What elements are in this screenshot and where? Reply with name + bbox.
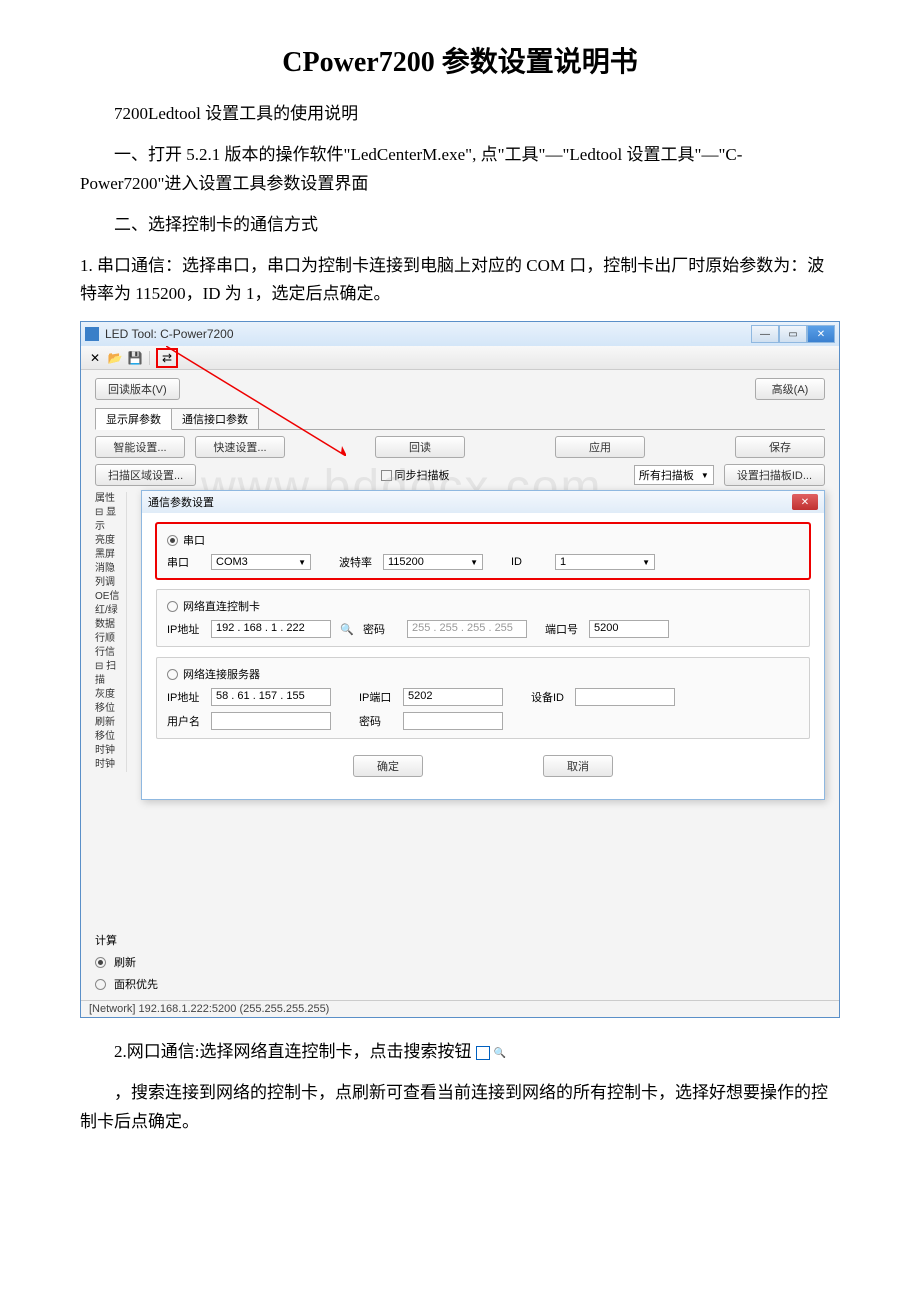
toolbar: ✕ 📂 💾 ⇄ — [81, 346, 839, 370]
baud-select[interactable]: 115200▼ — [383, 554, 483, 570]
server-password-input[interactable] — [403, 712, 503, 730]
doc-paragraph: 7200Ledtool 设置工具的使用说明 — [80, 100, 840, 129]
chevron-down-icon: ▼ — [470, 558, 478, 567]
scan-id-button[interactable]: 设置扫描板ID... — [724, 464, 825, 486]
refresh-priority-label: 刷新 — [114, 954, 136, 970]
doc-paragraph: 2.网口通信:选择网络直连控制卡，点击搜索按钮 🔍 — [80, 1038, 840, 1067]
device-id-label: 设备ID — [531, 689, 567, 705]
chevron-down-icon: ▼ — [701, 471, 709, 480]
tree-node[interactable]: ⊟ 扫描 — [95, 660, 124, 688]
mask-display: 255 . 255 . 255 . 255 — [407, 620, 527, 638]
app-window: LED Tool: C-Power7200 — ▭ ✕ ✕ 📂 💾 ⇄ www.… — [80, 321, 840, 1018]
open-icon[interactable]: 📂 — [107, 350, 123, 366]
username-input[interactable] — [211, 712, 331, 730]
readback-button[interactable]: 回读 — [375, 436, 465, 458]
smart-setup-button[interactable]: 智能设置... — [95, 436, 185, 458]
calc-section: 计算 — [95, 932, 825, 948]
network-server-radio[interactable] — [167, 669, 178, 680]
comm-settings-dialog: 通信参数设置 ✕ 串口 串口 COM3▼ 波特率 115200▼ ID — [141, 490, 825, 800]
doc-paragraph: 二、选择控制卡的通信方式 — [80, 211, 840, 240]
quick-setup-button[interactable]: 快速设置... — [195, 436, 285, 458]
ip-input[interactable]: 192 . 168 . 1 . 222 — [211, 620, 331, 638]
comm-settings-highlighted: ⇄ — [156, 348, 178, 368]
baud-label: 波特率 — [339, 554, 375, 570]
tree-node[interactable]: ⊟ 显示 — [95, 506, 124, 534]
properties-tree[interactable]: ⊟ 显示 亮度 黑屏 消隐 列调 OE信 红/绿 数据 行顺 行信 ⊟ 扫描 灰… — [95, 506, 127, 772]
password-label: 密码 — [363, 621, 399, 637]
server-ip-label: IP地址 — [167, 689, 203, 705]
tab-display-params[interactable]: 显示屏参数 — [95, 408, 172, 430]
ip-label: IP地址 — [167, 621, 203, 637]
doc-paragraph: 1. 串口通信：选择串口，串口为控制卡连接到电脑上对应的 COM 口，控制卡出厂… — [80, 252, 840, 310]
readback-version-button[interactable]: 回读版本(V) — [95, 378, 180, 400]
comm-settings-icon[interactable]: ⇄ — [159, 350, 175, 366]
advanced-button[interactable]: 高级(A) — [755, 378, 825, 400]
serial-radio[interactable] — [167, 535, 178, 546]
port-label: 串口 — [167, 554, 203, 570]
network-server-label: 网络连接服务器 — [183, 666, 260, 682]
serial-group: 串口 串口 COM3▼ 波特率 115200▼ ID 1▼ — [156, 523, 810, 579]
area-priority-label: 面积优先 — [114, 976, 158, 992]
close-x-icon[interactable]: ✕ — [87, 350, 103, 366]
titlebar[interactable]: LED Tool: C-Power7200 — ▭ ✕ — [81, 322, 839, 346]
app-icon — [85, 327, 99, 341]
chevron-down-icon: ▼ — [642, 558, 650, 567]
cancel-button[interactable]: 取消 — [543, 755, 613, 777]
status-bar: [Network] 192.168.1.222:5200 (255.255.25… — [81, 1000, 839, 1017]
apply-button[interactable]: 应用 — [555, 436, 645, 458]
search-icon[interactable]: 🔍 — [339, 621, 355, 637]
toolbar-separator — [149, 351, 150, 365]
ip-port-label: IP端口 — [359, 689, 395, 705]
content-area: www.bddocx.com 回读版本(V) 高级(A) 显示屏参数 通信接口参… — [81, 370, 839, 1000]
calc-label: 计算 — [95, 932, 117, 948]
tabs: 显示屏参数 通信接口参数 — [95, 408, 825, 430]
save-button[interactable]: 保存 — [735, 436, 825, 458]
com-port-select[interactable]: COM3▼ — [211, 554, 311, 570]
doc-title: CPower7200 参数设置说明书 — [80, 40, 840, 80]
ip-port-input[interactable]: 5202 — [403, 688, 503, 706]
username-label: 用户名 — [167, 713, 203, 729]
doc-paragraph: ，搜索连接到网络的控制卡，点刷新可查看当前连接到网络的所有控制卡，选择好想要操作… — [80, 1079, 840, 1137]
tab-comm-params[interactable]: 通信接口参数 — [171, 408, 259, 429]
save-icon[interactable]: 💾 — [127, 350, 143, 366]
server-ip-input[interactable]: 58 . 61 . 157 . 155 — [211, 688, 331, 706]
refresh-priority-radio[interactable] — [95, 957, 106, 968]
ok-button[interactable]: 确定 — [353, 755, 423, 777]
sync-scan-checkbox[interactable]: 同步扫描板 — [381, 467, 450, 483]
minimize-button[interactable]: — — [751, 325, 779, 343]
scan-area-button[interactable]: 扫描区域设置... — [95, 464, 196, 486]
server-password-label: 密码 — [359, 713, 395, 729]
network-server-group: 网络连接服务器 IP地址 58 . 61 . 157 . 155 IP端口 52… — [156, 657, 810, 739]
id-select[interactable]: 1▼ — [555, 554, 655, 570]
network-direct-label: 网络直连控制卡 — [183, 598, 260, 614]
serial-radio-label: 串口 — [183, 532, 205, 548]
area-priority-radio[interactable] — [95, 979, 106, 990]
network-direct-group: 网络直连控制卡 IP地址 192 . 168 . 1 . 222 🔍 密码 25… — [156, 589, 810, 647]
device-id-input[interactable] — [575, 688, 675, 706]
maximize-button[interactable]: ▭ — [779, 325, 807, 343]
port-num-label: 端口号 — [545, 621, 581, 637]
all-scan-select[interactable]: 所有扫描板▼ — [634, 465, 714, 485]
properties-label: 属性 — [95, 492, 127, 506]
dialog-title: 通信参数设置 — [148, 494, 214, 510]
search-icon: 🔍 — [476, 1046, 490, 1060]
port-input[interactable]: 5200 — [589, 620, 669, 638]
dialog-titlebar[interactable]: 通信参数设置 ✕ — [142, 491, 824, 513]
close-button[interactable]: ✕ — [807, 325, 835, 343]
chevron-down-icon: ▼ — [298, 558, 306, 567]
window-title: LED Tool: C-Power7200 — [105, 327, 751, 341]
id-label: ID — [511, 556, 547, 568]
doc-paragraph: 一、打开 5.2.1 版本的操作软件"LedCenterM.exe", 点"工具… — [80, 141, 840, 199]
dialog-close-button[interactable]: ✕ — [792, 494, 818, 510]
network-direct-radio[interactable] — [167, 601, 178, 612]
